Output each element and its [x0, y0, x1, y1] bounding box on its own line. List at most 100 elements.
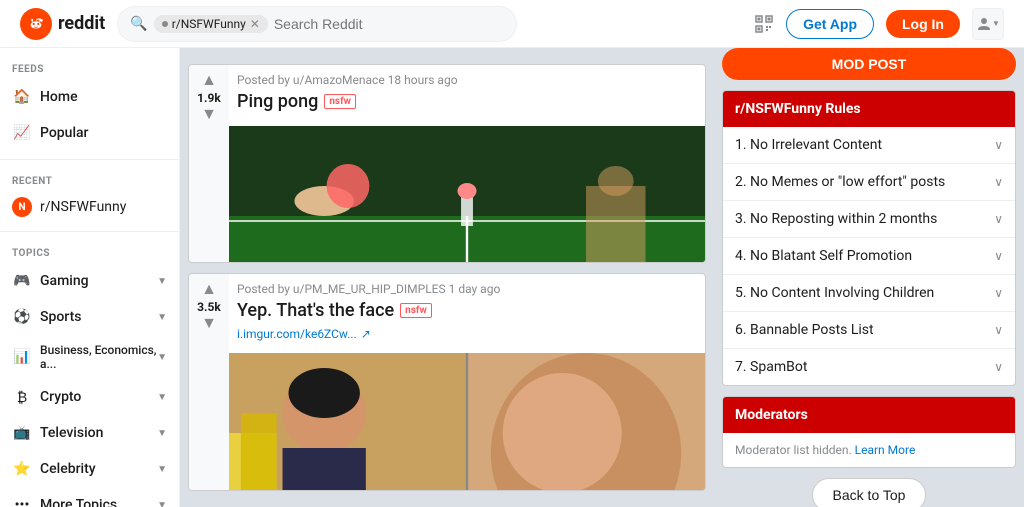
topics-section-label: TOPICS: [0, 240, 179, 263]
chevron-down-icon: ▼: [157, 464, 167, 475]
reddit-icon: [20, 8, 52, 40]
rules-list: 1. No Irrelevant Content ∨ 2. No Memes o…: [723, 127, 1015, 385]
post-2-body: ▲ 3.5k ▼ Posted by u/PM_ME_UR_HIP_DIMPLE…: [189, 274, 705, 491]
gaming-label: Gaming: [40, 273, 89, 289]
sidebar-item-gaming[interactable]: 🎮 Gaming ▼: [0, 263, 179, 299]
downvote-button-2[interactable]: ▼: [201, 316, 217, 332]
mod-post-button[interactable]: MOD POST: [722, 48, 1016, 80]
search-bar[interactable]: 🔍 r/NSFWFunny ✕: [117, 6, 517, 42]
user-menu-button[interactable]: ▼: [972, 8, 1004, 40]
divider-1: [0, 159, 179, 160]
sidebar-item-popular[interactable]: 📈 Popular: [0, 115, 179, 151]
moderators-body: Moderator list hidden. Learn More: [723, 433, 1015, 467]
vote-count-1: 1.9k: [197, 91, 221, 105]
search-subreddit-tag[interactable]: r/NSFWFunny ✕: [154, 15, 268, 33]
sidebar-item-sports[interactable]: ⚽ Sports ▼: [0, 299, 179, 335]
celebrity-label: Celebrity: [40, 461, 96, 477]
recent-section-label: RECENT: [0, 168, 179, 191]
vote-column-1: ▲ 1.9k ▼: [189, 65, 229, 263]
chevron-down-icon: ▼: [157, 392, 167, 403]
back-to-top-button[interactable]: Back to Top: [812, 478, 927, 507]
moderators-text: Moderator list hidden.: [735, 443, 852, 457]
search-input[interactable]: [274, 16, 424, 32]
sidebar-item-celebrity[interactable]: ⭐ Celebrity ▼: [0, 451, 179, 487]
popular-icon: 📈: [12, 123, 32, 143]
rule-label-2: 2. No Memes or "low effort" posts: [735, 174, 945, 190]
login-button[interactable]: Log In: [886, 10, 960, 38]
rules-header: r/NSFWFunny Rules: [723, 91, 1015, 127]
sidebar-item-recent-nsfw[interactable]: N r/NSFWFunny: [0, 191, 179, 223]
home-label: Home: [40, 89, 78, 105]
rule-item-4[interactable]: 4. No Blatant Self Promotion ∨: [723, 238, 1015, 275]
moderators-learn-more-link[interactable]: Learn More: [855, 443, 916, 457]
rule-item-6[interactable]: 6. Bannable Posts List ∨: [723, 312, 1015, 349]
get-app-button[interactable]: Get App: [786, 9, 874, 39]
reddit-logo[interactable]: reddit: [20, 8, 105, 40]
rule-chevron-7: ∨: [994, 360, 1003, 374]
sidebar-item-home[interactable]: 🏠 Home: [0, 79, 179, 115]
television-label: Television: [40, 425, 103, 441]
right-panel: MOD POST r/NSFWFunny Rules 1. No Irrelev…: [714, 48, 1024, 507]
more-topics-icon: •••: [12, 495, 32, 507]
subreddit-dot: [162, 21, 168, 27]
sidebar-item-crypto[interactable]: ₿ Crypto ▼: [0, 379, 179, 415]
main-wrapper: FEEDS 🏠 Home 📈 Popular RECENT N r/NSFWFu…: [0, 48, 1024, 507]
nsfw-badge-2: nsfw: [400, 303, 432, 318]
crypto-icon: ₿: [12, 387, 32, 407]
post-card-1: ▲ 1.9k ▼ Posted by u/AmazoMenace 18 hour…: [188, 64, 706, 263]
external-link-icon: ↗: [361, 327, 371, 341]
television-icon: 📺: [12, 423, 32, 443]
rule-chevron-2: ∨: [994, 175, 1003, 189]
rule-item-1[interactable]: 1. No Irrelevant Content ∨: [723, 127, 1015, 164]
sports-icon: ⚽: [12, 307, 32, 327]
celebrity-icon: ⭐: [12, 459, 32, 479]
nsfw-badge-1: nsfw: [324, 94, 356, 109]
qr-icon: [754, 14, 774, 34]
post-1-body: ▲ 1.9k ▼ Posted by u/AmazoMenace 18 hour…: [189, 65, 705, 263]
popular-label: Popular: [40, 125, 89, 141]
rule-item-7[interactable]: 7. SpamBot ∨: [723, 349, 1015, 385]
downvote-button-1[interactable]: ▼: [201, 107, 217, 123]
business-icon: 📊: [12, 347, 32, 367]
sports-label: Sports: [40, 309, 81, 325]
rule-label-7: 7. SpamBot: [735, 359, 807, 375]
content-area: ▲ 1.9k ▼ Posted by u/AmazoMenace 18 hour…: [180, 48, 714, 507]
business-label: Business, Economics, a...: [40, 343, 157, 371]
post-card-2: ▲ 3.5k ▼ Posted by u/PM_ME_UR_HIP_DIMPLE…: [188, 273, 706, 491]
chevron-down-icon: ▼: [157, 276, 167, 287]
sidebar-item-more-topics[interactable]: ••• More Topics ▼: [0, 487, 179, 507]
chevron-down-icon: ▼: [157, 312, 167, 323]
crypto-label: Crypto: [40, 389, 81, 405]
post-1-title: Ping pong nsfw: [237, 91, 697, 112]
post-2-image: [229, 353, 705, 491]
moderators-header: Moderators: [723, 397, 1015, 433]
search-subreddit-close[interactable]: ✕: [250, 17, 260, 31]
rule-item-3[interactable]: 3. No Reposting within 2 months ∨: [723, 201, 1015, 238]
reddit-alien-icon: [27, 15, 45, 33]
post-2-content: Posted by u/PM_ME_UR_HIP_DIMPLES 1 day a…: [229, 274, 705, 491]
post-2-link[interactable]: i.imgur.com/ke6ZCw...: [237, 327, 357, 341]
search-icon: 🔍: [130, 16, 147, 32]
chevron-down-icon: ▼: [992, 19, 1000, 28]
post-1-meta-area: Posted by u/AmazoMenace 18 hours ago Pin…: [229, 65, 705, 126]
user-icon: [976, 16, 992, 32]
rule-chevron-3: ∨: [994, 212, 1003, 226]
chevron-down-icon: ▼: [157, 352, 167, 363]
upvote-button-2[interactable]: ▲: [201, 282, 217, 298]
upvote-button-1[interactable]: ▲: [201, 73, 217, 89]
rule-label-3: 3. No Reposting within 2 months: [735, 211, 937, 227]
rule-label-5: 5. No Content Involving Children: [735, 285, 934, 301]
post-1-meta: Posted by u/AmazoMenace 18 hours ago: [237, 73, 697, 87]
home-icon: 🏠: [12, 87, 32, 107]
post-2-meta: Posted by u/PM_ME_UR_HIP_DIMPLES 1 day a…: [237, 282, 697, 296]
sidebar-item-business[interactable]: 📊 Business, Economics, a... ▼: [0, 335, 179, 379]
header: reddit 🔍 r/NSFWFunny ✕ Get App Log In: [0, 0, 1024, 48]
rule-item-2[interactable]: 2. No Memes or "low effort" posts ∨: [723, 164, 1015, 201]
rule-item-5[interactable]: 5. No Content Involving Children ∨: [723, 275, 1015, 312]
qr-icon-area: [754, 14, 774, 34]
sidebar-item-television[interactable]: 📺 Television ▼: [0, 415, 179, 451]
post-1-image: [229, 126, 705, 263]
sidebar: FEEDS 🏠 Home 📈 Popular RECENT N r/NSFWFu…: [0, 48, 180, 507]
pingpong-svg: [229, 126, 705, 263]
post-1-content: Posted by u/AmazoMenace 18 hours ago Pin…: [229, 65, 705, 263]
